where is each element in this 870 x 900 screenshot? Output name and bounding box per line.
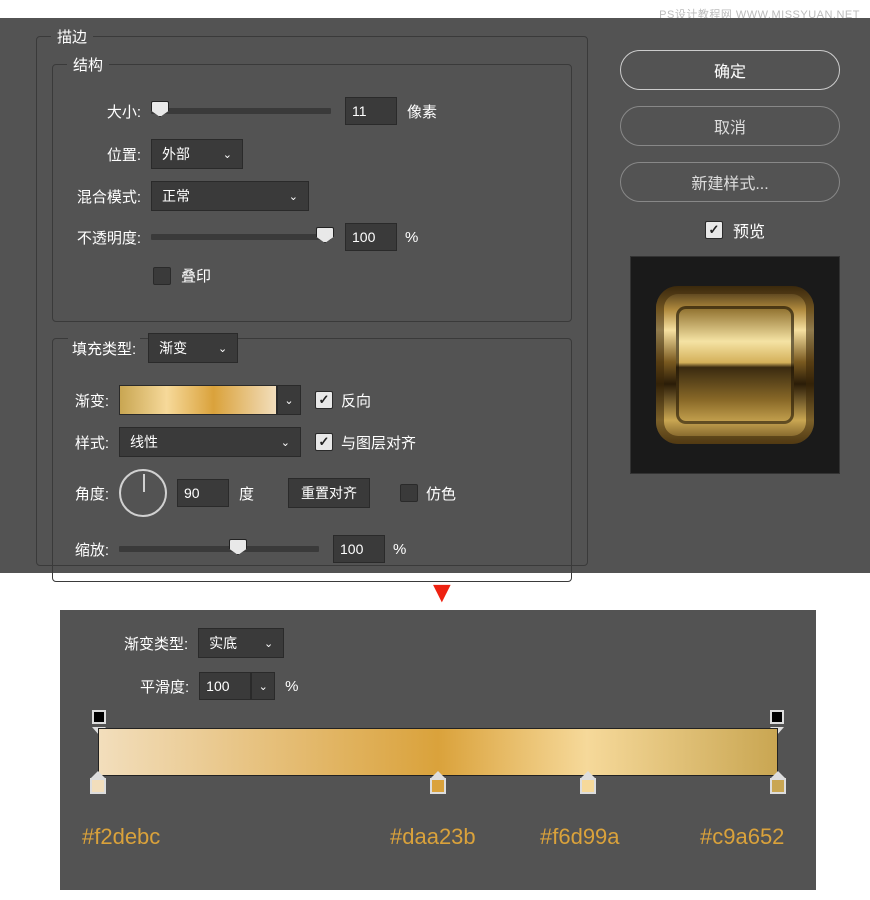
blend-select[interactable]: 正常 ⌄ xyxy=(151,181,309,211)
chevron-down-icon: ⌄ xyxy=(264,637,273,650)
size-slider[interactable] xyxy=(151,108,331,114)
structure-fieldset: 结构 大小: 像素 位置: 外部 ⌄ 混合模式: 正常 ⌄ xyxy=(52,64,572,322)
gradient-bar[interactable] xyxy=(98,728,778,776)
angle-dial[interactable] xyxy=(119,469,167,517)
stroke-title: 描边 xyxy=(51,26,93,47)
arrow-down-icon: ▼ xyxy=(427,576,457,610)
opacity-label: 不透明度: xyxy=(45,227,141,248)
smooth-input[interactable] xyxy=(199,672,251,700)
position-label: 位置: xyxy=(75,144,141,165)
right-column: 确定 取消 新建样式... ✓ 预览 xyxy=(620,50,850,474)
gradient-label: 渐变: xyxy=(61,390,109,411)
dither-label: 仿色 xyxy=(426,483,456,504)
ok-button[interactable]: 确定 xyxy=(620,50,840,90)
cancel-button[interactable]: 取消 xyxy=(620,106,840,146)
opacity-stop-left[interactable] xyxy=(92,710,106,728)
chevron-down-icon: ⌄ xyxy=(289,190,298,203)
preview-label: 预览 xyxy=(733,218,765,242)
style-select[interactable]: 线性 ⌄ xyxy=(119,427,301,457)
size-slider-thumb[interactable] xyxy=(151,101,169,117)
scale-slider[interactable] xyxy=(119,546,319,552)
chevron-down-icon: ⌄ xyxy=(223,148,232,161)
reverse-label: 反向 xyxy=(341,390,371,411)
scale-label: 缩放: xyxy=(61,539,109,560)
opacity-unit: % xyxy=(405,229,418,246)
style-value: 线性 xyxy=(130,432,158,452)
scale-input[interactable] xyxy=(333,535,385,563)
gradtype-select[interactable]: 实底 ⌄ xyxy=(198,628,284,658)
color-stop-4[interactable] xyxy=(770,778,786,798)
chevron-down-icon: ⌄ xyxy=(218,342,227,355)
gold-preview-icon xyxy=(656,286,814,444)
filltype-label: 填充类型: xyxy=(68,338,140,359)
size-label: 大小: xyxy=(75,101,141,122)
smooth-label: 平滑度: xyxy=(140,676,189,697)
position-select[interactable]: 外部 ⌄ xyxy=(151,139,243,169)
filltype-select[interactable]: 渐变 ⌄ xyxy=(148,333,238,363)
angle-input[interactable] xyxy=(177,479,229,507)
layer-style-panel: 描边 结构 大小: 像素 位置: 外部 ⌄ 混合模式: xyxy=(0,18,870,573)
hex-3: #f6d99a xyxy=(540,824,620,850)
blend-value: 正常 xyxy=(162,186,190,206)
gradtype-label: 渐变类型: xyxy=(124,633,188,654)
scale-unit: % xyxy=(393,541,406,558)
overprint-label: 叠印 xyxy=(181,265,211,286)
align-label: 与图层对齐 xyxy=(341,432,416,453)
fill-fieldset: 渐变: ⌄ ✓ 反向 样式: 线性 ⌄ ✓ 与图层对齐 角度: xyxy=(52,338,572,582)
reverse-checkbox[interactable]: ✓ xyxy=(315,391,333,409)
blend-label: 混合模式: xyxy=(45,186,141,207)
opacity-slider-thumb[interactable] xyxy=(316,227,334,243)
angle-label: 角度: xyxy=(61,483,109,504)
dither-checkbox[interactable] xyxy=(400,484,418,502)
angle-unit: 度 xyxy=(239,483,254,504)
opacity-stop-right[interactable] xyxy=(770,710,784,728)
color-stop-3[interactable] xyxy=(580,778,596,798)
hex-1: #f2debc xyxy=(82,824,160,850)
hex-4: #c9a652 xyxy=(700,824,784,850)
preview-checkbox[interactable]: ✓ xyxy=(705,221,723,239)
style-label: 样式: xyxy=(61,432,109,453)
opacity-input[interactable] xyxy=(345,223,397,251)
gradtype-value: 实底 xyxy=(209,633,237,653)
opacity-slider[interactable] xyxy=(151,234,331,240)
hex-2: #daa23b xyxy=(390,824,476,850)
gradient-swatch[interactable] xyxy=(119,385,277,415)
chevron-down-icon: ⌄ xyxy=(281,436,290,449)
size-unit: 像素 xyxy=(407,101,437,122)
color-stop-1[interactable] xyxy=(90,778,106,798)
smooth-unit: % xyxy=(285,678,298,695)
position-value: 外部 xyxy=(162,144,190,164)
structure-title: 结构 xyxy=(67,54,109,75)
overprint-checkbox[interactable] xyxy=(153,267,171,285)
gradient-dropdown[interactable]: ⌄ xyxy=(277,385,301,415)
scale-slider-thumb[interactable] xyxy=(229,539,247,555)
smooth-dropdown[interactable]: ⌄ xyxy=(251,672,275,700)
new-style-button[interactable]: 新建样式... xyxy=(620,162,840,202)
align-checkbox[interactable]: ✓ xyxy=(315,433,333,451)
size-input[interactable] xyxy=(345,97,397,125)
reset-align-button[interactable]: 重置对齐 xyxy=(288,478,370,508)
chevron-down-icon: ⌄ xyxy=(259,680,268,693)
filltype-value: 渐变 xyxy=(159,338,187,358)
color-stop-2[interactable] xyxy=(430,778,446,798)
chevron-down-icon: ⌄ xyxy=(284,394,293,407)
preview-box xyxy=(630,256,840,474)
